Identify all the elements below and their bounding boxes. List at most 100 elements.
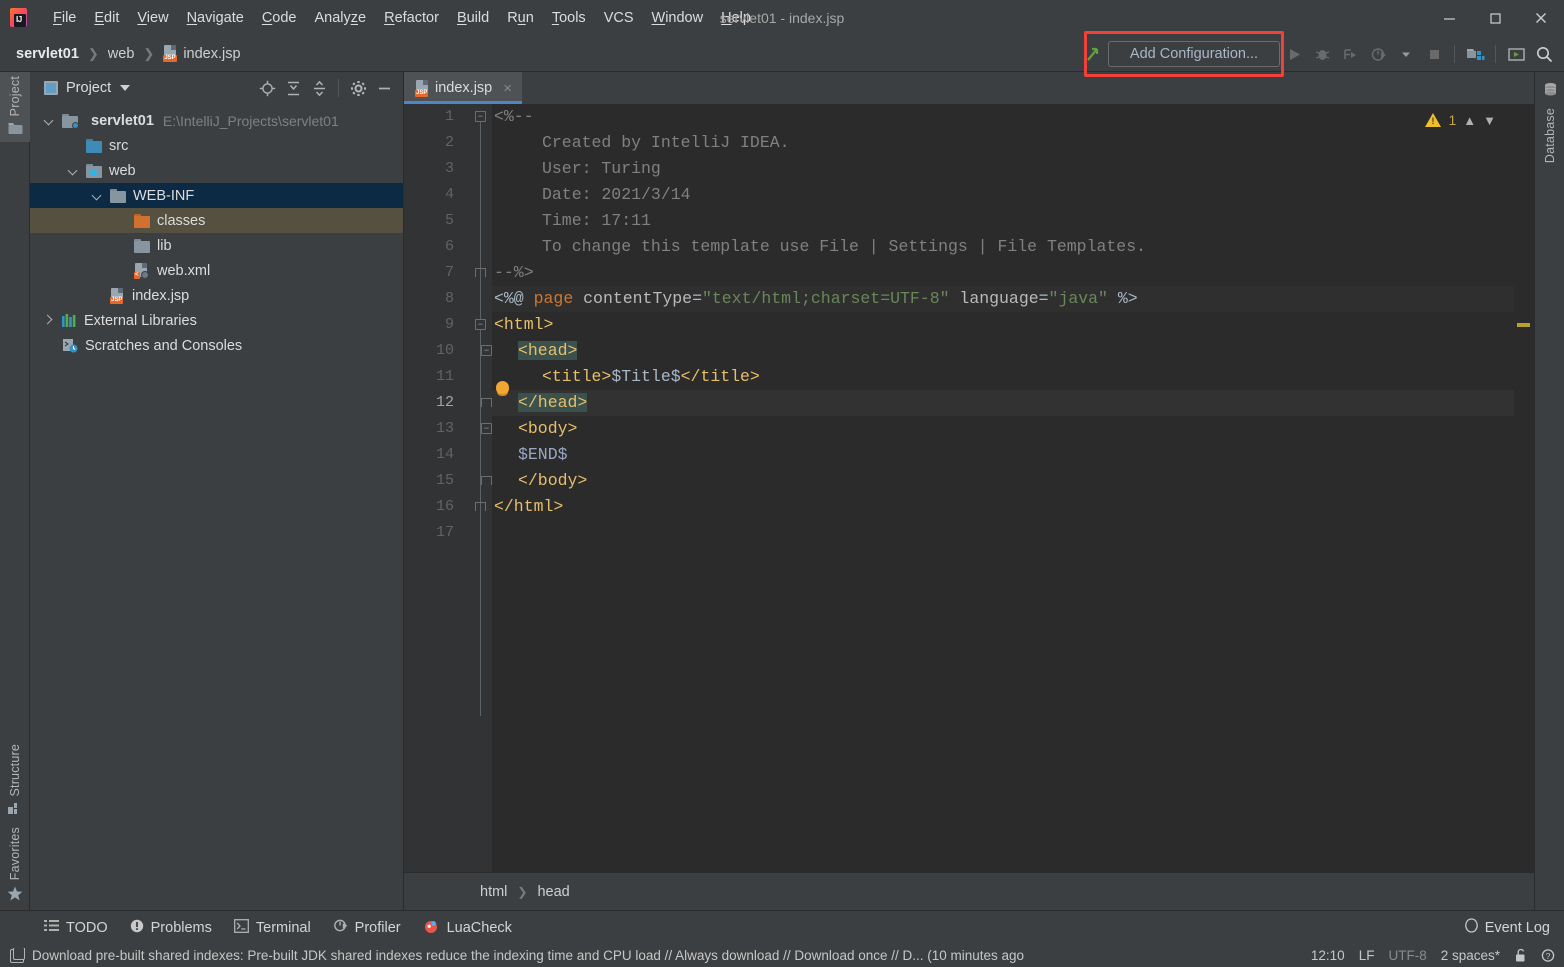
close-icon[interactable]: ×	[503, 80, 512, 97]
tree-item-external-libraries[interactable]: External Libraries	[30, 308, 403, 333]
code-editor[interactable]: − − − − 1 <%-- 2 Created by IntelliJ IDEA. 3…	[404, 104, 1534, 872]
project-tree[interactable]: servlet01 E:\IntelliJ_Projects\servlet01 s…	[30, 104, 403, 910]
chevron-down-icon[interactable]: ▼	[1483, 113, 1496, 128]
menu-window[interactable]: Window	[643, 6, 713, 30]
sidebar-tab-favorites[interactable]: Favorites	[0, 823, 30, 910]
chevron-down-icon[interactable]	[44, 115, 55, 126]
sidebar-tab-structure[interactable]: Structure	[0, 740, 30, 822]
menu-navigate[interactable]: Navigate	[178, 6, 253, 30]
warning-marker[interactable]	[1517, 323, 1530, 327]
run-icon[interactable]	[1280, 40, 1308, 68]
menu-code[interactable]: Code	[253, 6, 306, 30]
project-panel-title[interactable]: Project	[44, 80, 131, 96]
tool-window-problems[interactable]: Problems	[130, 919, 212, 937]
chevron-down-icon[interactable]	[120, 85, 131, 91]
menu-refactor[interactable]: Refactor	[375, 6, 448, 30]
breadcrumb-item-web[interactable]: web	[106, 44, 137, 64]
code-content[interactable]: 1 <%-- 2 Created by IntelliJ IDEA. 3 User: Tu…	[404, 104, 1514, 872]
code-line[interactable]: 9 <html>	[404, 312, 1514, 338]
code-line[interactable]: 5 Time: 17:11	[404, 208, 1514, 234]
chevron-right-icon[interactable]	[44, 315, 55, 326]
tree-item-scratches-and-consoles[interactable]: Scratches and Consoles	[30, 333, 403, 358]
code-line[interactable]: 6 To change this template use File | Sett…	[404, 234, 1514, 260]
tree-item-web[interactable]: web	[30, 158, 403, 183]
sidebar-tab-project[interactable]: Project	[0, 72, 30, 143]
help-icon[interactable]: ?	[1541, 948, 1556, 963]
hide-panel-icon[interactable]	[371, 75, 397, 101]
add-configuration-button[interactable]: Add Configuration...	[1108, 41, 1280, 67]
code-line[interactable]: 15 </body>	[404, 468, 1514, 494]
sidebar-tab-database[interactable]: Database	[1535, 78, 1564, 167]
breadcrumb-head[interactable]: head	[537, 884, 569, 900]
code-line[interactable]: 10 <head>	[404, 338, 1514, 364]
tool-window-luacheck[interactable]: LuaCheck	[423, 918, 512, 938]
code-line[interactable]: 2 Created by IntelliJ IDEA.	[404, 130, 1514, 156]
event-log-button[interactable]: Event Log	[1464, 918, 1550, 937]
line-separator[interactable]: LF	[1359, 948, 1375, 963]
caret-position[interactable]: 12:10	[1311, 948, 1345, 963]
indent-setting[interactable]: 2 spaces*	[1441, 948, 1500, 963]
status-message[interactable]: Download pre-built shared indexes: Pre-b…	[10, 948, 1024, 963]
tree-item-label: servlet01	[91, 112, 154, 129]
menu-tools[interactable]: Tools	[543, 6, 595, 30]
menu-analyze[interactable]: Analyze	[306, 6, 376, 30]
unlocked-icon[interactable]	[1514, 948, 1527, 963]
breadcrumb-item-project[interactable]: servlet01	[14, 44, 81, 64]
tree-item-servlet01[interactable]: servlet01 E:\IntelliJ_Projects\servlet01	[30, 108, 403, 133]
menu-edit[interactable]: Edit	[85, 6, 128, 30]
chevron-down-icon[interactable]	[92, 190, 103, 201]
intention-bulb-icon[interactable]	[496, 381, 509, 394]
menu-view[interactable]: View	[128, 6, 177, 30]
close-button[interactable]	[1518, 0, 1564, 36]
stop-icon[interactable]	[1420, 40, 1448, 68]
tree-item-classes[interactable]: classes	[30, 208, 403, 233]
chevron-up-icon[interactable]: ▲	[1463, 113, 1476, 128]
menu-build[interactable]: Build	[448, 6, 498, 30]
tree-item-lib[interactable]: lib	[30, 233, 403, 258]
tree-item-src[interactable]: src	[30, 133, 403, 158]
code-line[interactable]: 4 Date: 2021/3/14	[404, 182, 1514, 208]
breadcrumb-html[interactable]: html	[480, 884, 507, 900]
tool-window-terminal[interactable]: Terminal	[233, 918, 311, 937]
code-line[interactable]: 7 --%>	[404, 260, 1514, 286]
editor-tab-index-jsp[interactable]: JSP index.jsp ×	[404, 72, 522, 104]
settings-gear-icon[interactable]	[345, 75, 371, 101]
inspection-status[interactable]: 1 ▲ ▼	[1425, 112, 1496, 128]
code-line[interactable]: 12 </head>	[404, 390, 1514, 416]
menu-run[interactable]: Run	[498, 6, 543, 30]
expand-all-icon[interactable]	[280, 75, 306, 101]
maximize-button[interactable]	[1472, 0, 1518, 36]
breadcrumb-item-file[interactable]: JSP index.jsp	[161, 43, 242, 64]
editor-scrollbar[interactable]	[1514, 104, 1534, 872]
tool-window-todo[interactable]: TODO	[44, 919, 108, 936]
collapse-all-icon[interactable]	[306, 75, 332, 101]
tool-window-profiler[interactable]: Profiler	[333, 918, 401, 937]
code-line[interactable]: 11 <title>$Title$</title>	[404, 364, 1514, 390]
dropdown-icon[interactable]	[1392, 40, 1420, 68]
search-everywhere-icon[interactable]	[1530, 40, 1558, 68]
tree-item-web-inf[interactable]: WEB-INF	[30, 183, 403, 208]
minimize-button[interactable]	[1426, 0, 1472, 36]
menu-file[interactable]: File	[44, 6, 85, 30]
profiler-icon[interactable]	[1364, 40, 1392, 68]
tree-item-index-jsp[interactable]: JSP index.jsp	[30, 283, 403, 308]
code-line[interactable]: 1 <%--	[404, 104, 1514, 130]
code-line[interactable]: 3 User: Turing	[404, 156, 1514, 182]
debug-icon[interactable]	[1308, 40, 1336, 68]
file-encoding[interactable]: UTF-8	[1388, 948, 1426, 963]
run-with-coverage-icon[interactable]	[1336, 40, 1364, 68]
run-console-icon[interactable]	[1502, 40, 1530, 68]
menu-vcs[interactable]: VCS	[595, 6, 643, 30]
project-structure-icon[interactable]	[1461, 40, 1489, 68]
sidebar-tab-database-label: Database	[1543, 108, 1557, 164]
code-line[interactable]: 8 <%@ page contentType="text/html;charset…	[404, 286, 1514, 312]
tree-item-web-xml[interactable]: < web.xml	[30, 258, 403, 283]
chevron-down-icon[interactable]	[68, 165, 79, 176]
locate-icon[interactable]	[254, 75, 280, 101]
code-line[interactable]: 17	[404, 520, 1514, 546]
code-line[interactable]: 13 <body>	[404, 416, 1514, 442]
code-line[interactable]: 16 </html>	[404, 494, 1514, 520]
menu-help[interactable]: Help	[712, 6, 760, 30]
code-line[interactable]: 14 $END$	[404, 442, 1514, 468]
code-line-background	[492, 468, 1514, 494]
